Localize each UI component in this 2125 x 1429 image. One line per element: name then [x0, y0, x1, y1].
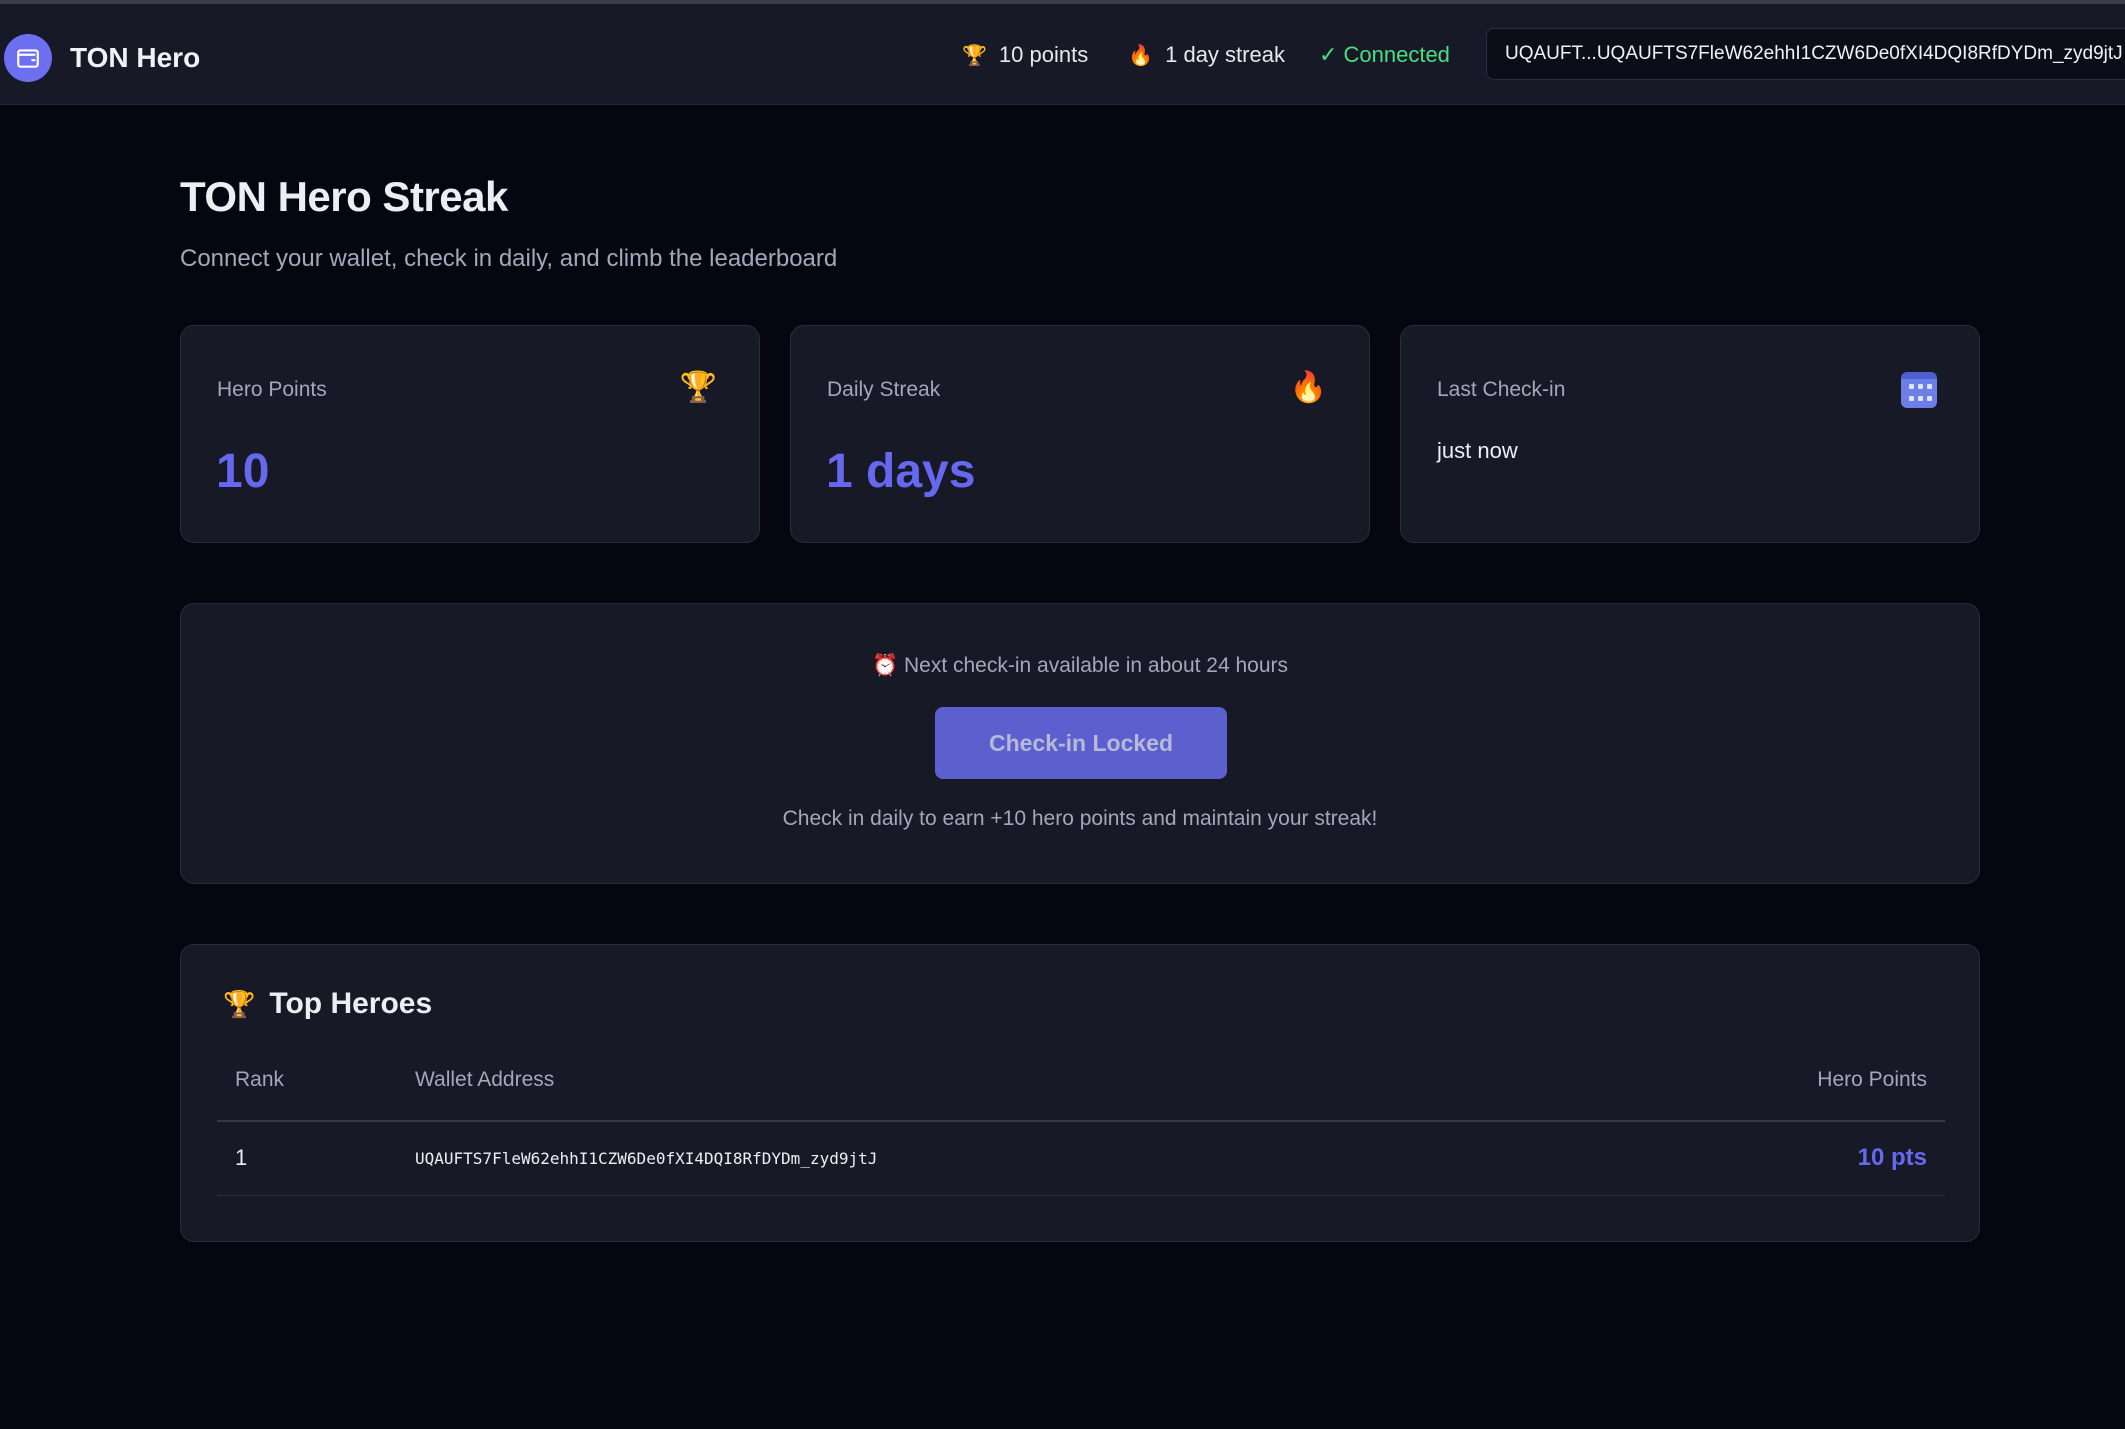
stat-value: 1 days — [826, 445, 976, 498]
page-subtitle: Connect your wallet, check in daily, and… — [180, 245, 838, 272]
page-title: TON Hero Streak — [180, 173, 508, 220]
checkin-tip: Check in daily to earn +10 hero points a… — [782, 807, 1378, 830]
fire-icon: 🔥 — [1128, 44, 1154, 67]
leaderboard-title-text: Top Heroes — [269, 987, 433, 1020]
checkin-panel: ⏰ Next check-in available in about 24 ho… — [180, 603, 1980, 884]
checkin-locked-button[interactable]: Check-in Locked — [935, 707, 1227, 779]
header-stats: 🏆 10 points 🔥 1 day streak ✓ Connected — [962, 42, 1450, 68]
column-header-points: Hero Points — [1613, 1065, 1945, 1122]
table-header-row: Rank Wallet Address Hero Points — [217, 1065, 1945, 1122]
hero-points-card: Hero Points 🏆 10 — [180, 325, 760, 543]
next-checkin-message: ⏰ Next check-in available in about 24 ho… — [181, 654, 1979, 678]
header-streak: 🔥 1 day streak — [1128, 42, 1285, 68]
next-checkin-text: Next check-in available in about 24 hour… — [903, 654, 1289, 677]
stat-label: Last Check-in — [1437, 378, 1566, 401]
calendar-icon — [1901, 372, 1937, 408]
brand[interactable]: TON Hero — [4, 34, 200, 82]
stat-label: Hero Points — [217, 378, 327, 401]
connection-status: ✓ Connected — [1319, 42, 1450, 68]
connection-status-text: ✓ Connected — [1318, 42, 1450, 67]
stat-value: just now — [1437, 438, 1518, 463]
header-streak-text: 1 day streak — [1165, 42, 1285, 67]
fire-icon: 🔥 — [1289, 371, 1327, 404]
app-title: TON Hero — [70, 42, 201, 73]
stat-value: 10 — [216, 445, 270, 498]
column-header-wallet: Wallet Address — [415, 1065, 1614, 1122]
table-row[interactable]: 1 UQAUFTS7FleW62ehhI1CZW6De0fXI4DQI8RfDY… — [217, 1121, 1945, 1196]
wallet-icon — [4, 34, 52, 82]
trophy-icon: 🏆 — [962, 44, 987, 67]
column-header-rank: Rank — [217, 1065, 415, 1122]
leaderboard-panel: 🏆 Top Heroes Rank Wallet Address Hero Po… — [180, 944, 1980, 1242]
trophy-icon: 🏆 — [679, 371, 717, 404]
daily-streak-card: Daily Streak 🔥 1 days — [790, 325, 1370, 543]
wallet-address-cell: UQAUFTS7FleW62ehhI1CZW6De0fXI4DQI8RfDYDm… — [415, 1121, 1614, 1196]
wallet-dropdown-button[interactable]: UQAUFT...UQAUFTS7FleW62ehhI1CZW6De0fXI4D… — [1486, 28, 2125, 80]
top-navbar: TON Hero 🏆 10 points 🔥 1 day streak ✓ Co… — [0, 4, 2125, 105]
wallet-address-label: UQAUFT...UQAUFTS7FleW62ehhI1CZW6De0fXI4D… — [1505, 43, 2123, 64]
points-cell: 10 pts — [1613, 1121, 1945, 1196]
stat-label: Daily Streak — [827, 378, 941, 401]
last-checkin-card: Last Check-in just now — [1400, 325, 1980, 543]
trophy-icon: 🏆 — [223, 988, 256, 1019]
leaderboard-title: 🏆 Top Heroes — [223, 987, 432, 1021]
header-points-text: 10 points — [998, 42, 1089, 67]
alarm-clock-icon: ⏰ — [871, 654, 899, 677]
leaderboard-table: Rank Wallet Address Hero Points 1 UQAUFT… — [217, 1065, 1945, 1196]
rank-cell: 1 — [217, 1121, 415, 1196]
header-points: 🏆 10 points — [962, 42, 1088, 68]
